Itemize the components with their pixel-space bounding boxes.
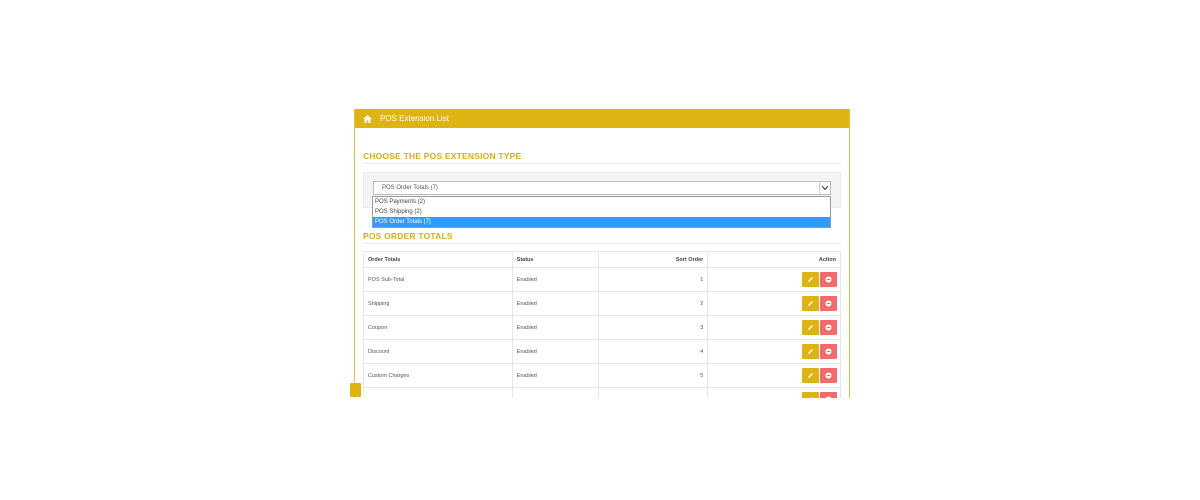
table-row [363, 387, 841, 398]
home-icon [363, 114, 372, 123]
column-header-sort-order: Sort Order [597, 251, 709, 268]
panel-title: POS Extension List [380, 114, 449, 123]
column-header-status: Status [511, 251, 599, 268]
row-status: Enabled [511, 267, 599, 292]
minus-circle-icon [825, 324, 832, 331]
table-row: Shipping Enabled 2 [363, 291, 841, 316]
column-header-action: Action [707, 251, 841, 268]
extension-type-select[interactable]: POS Order Totals (7) [373, 181, 831, 195]
row-sort-order: 1 [597, 267, 709, 292]
scroll-to-top-tab[interactable] [350, 383, 361, 397]
pencil-icon [811, 397, 813, 398]
row-sort-order: 3 [597, 315, 709, 340]
extension-type-dropdown: POS Payments (2) POS Shipping (2) POS Or… [372, 196, 831, 228]
divider [363, 163, 841, 164]
row-status: Enabled [511, 291, 599, 316]
pencil-icon [808, 301, 813, 306]
row-name: Discount [363, 339, 513, 364]
delete-button[interactable] [820, 272, 837, 287]
row-actions [707, 315, 841, 340]
row-actions [707, 387, 841, 398]
dropdown-option-payments[interactable]: POS Payments (2) [373, 197, 830, 207]
minus-circle-icon [825, 348, 832, 355]
row-status: Enabled [511, 339, 599, 364]
pencil-icon [808, 349, 813, 354]
pencil-icon [808, 373, 813, 378]
row-name: Coupon [363, 315, 513, 340]
row-status: Enabled [511, 315, 599, 340]
row-actions [707, 339, 841, 364]
row-sort-order [597, 387, 709, 398]
row-name: Shipping [363, 291, 513, 316]
row-actions [707, 363, 841, 388]
minus-circle-icon [825, 300, 832, 307]
select-value: POS Order Totals (7) [382, 185, 438, 191]
dropdown-option-order-totals[interactable]: POS Order Totals (7) [373, 217, 830, 227]
edit-button[interactable] [802, 392, 819, 398]
table-header-row: Order Totals Status Sort Order Action [363, 251, 841, 268]
delete-button[interactable] [820, 344, 837, 359]
chevron-down-icon[interactable] [819, 182, 830, 194]
order-totals-table: Order Totals Status Sort Order Action PO… [363, 251, 841, 398]
delete-button[interactable] [820, 368, 837, 383]
edit-button[interactable] [802, 344, 819, 359]
order-totals-heading: POS ORDER TOTALS [363, 231, 453, 241]
table-row: Custom Charges Enabled 5 [363, 363, 841, 388]
row-status [511, 387, 599, 398]
minus-circle-icon [825, 396, 832, 398]
table-row: Coupon Enabled 3 [363, 315, 841, 340]
minus-circle-icon [825, 276, 832, 283]
dropdown-option-shipping[interactable]: POS Shipping (2) [373, 207, 830, 217]
minus-circle-icon [825, 372, 832, 379]
pencil-icon [808, 325, 813, 330]
edit-button[interactable] [802, 368, 819, 383]
edit-button[interactable] [802, 320, 819, 335]
delete-button[interactable] [820, 320, 837, 335]
table-row: POS Sub-Total Enabled 1 [363, 267, 841, 292]
row-status: Enabled [511, 363, 599, 388]
divider [363, 243, 841, 244]
row-name: Custom Charges [363, 363, 513, 388]
pencil-icon [808, 277, 813, 282]
row-name: POS Sub-Total [363, 267, 513, 292]
edit-button[interactable] [802, 296, 819, 311]
row-actions [707, 267, 841, 292]
delete-button[interactable] [820, 392, 837, 398]
row-name [363, 387, 513, 398]
choose-type-heading: CHOOSE THE POS EXTENSION TYPE [363, 151, 522, 161]
edit-button[interactable] [802, 272, 819, 287]
row-actions [707, 291, 841, 316]
extension-panel: POS Extension List CHOOSE THE POS EXTENS… [354, 109, 850, 398]
column-header-order-totals: Order Totals [363, 251, 513, 268]
delete-button[interactable] [820, 296, 837, 311]
row-sort-order: 4 [597, 339, 709, 364]
row-sort-order: 2 [597, 291, 709, 316]
table-row: Discount Enabled 4 [363, 339, 841, 364]
row-sort-order: 5 [597, 363, 709, 388]
panel-heading: POS Extension List [355, 109, 849, 128]
